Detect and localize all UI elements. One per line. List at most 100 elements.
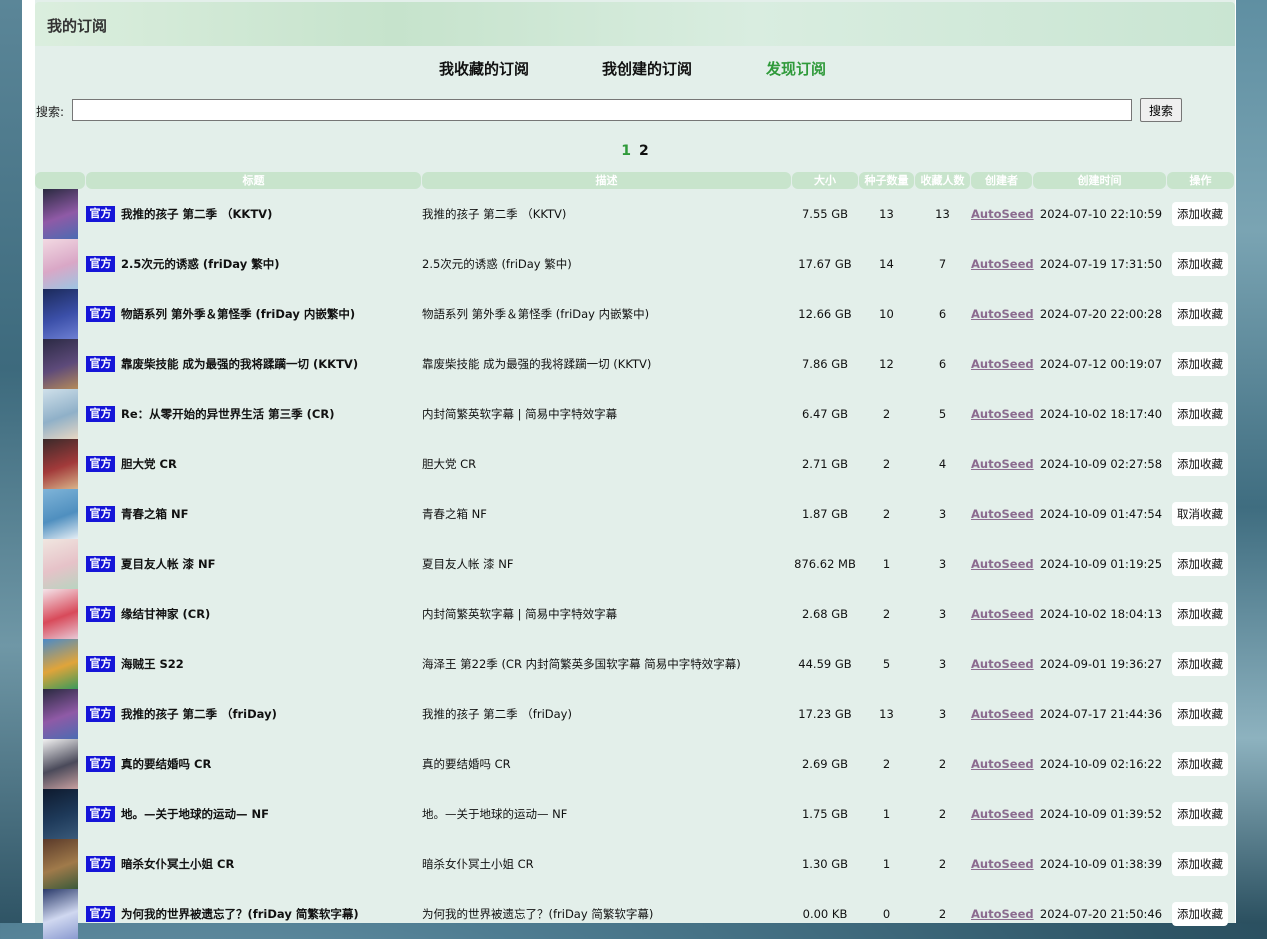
row-action-button[interactable]: 添加收藏 <box>1172 252 1228 276</box>
row-creator-link[interactable]: AutoSeed <box>971 456 1034 472</box>
row-creator-link[interactable]: AutoSeed <box>971 756 1034 772</box>
row-action-button[interactable]: 添加收藏 <box>1172 752 1228 776</box>
row-size: 1.87 GB <box>801 507 849 521</box>
row-creator-link[interactable]: AutoSeed <box>971 556 1034 572</box>
row-action-button[interactable]: 添加收藏 <box>1172 652 1228 676</box>
row-description: 海泽王 第22季 (CR 内封简繁英多国软字幕 简易中字特效字幕) <box>422 657 741 671</box>
tab-my-favorites[interactable]: 我收藏的订阅 <box>439 58 529 79</box>
background-right <box>1236 0 1267 923</box>
row-title[interactable]: 我推的孩子 第二季 （KKTV) <box>121 206 421 222</box>
row-title[interactable]: 我推的孩子 第二季 （friDay) <box>121 706 421 722</box>
row-title[interactable]: Re：从零开始的异世界生活 第三季 (CR) <box>121 406 421 422</box>
row-action-button[interactable]: 添加收藏 <box>1172 352 1228 376</box>
row-description: 靠废柴技能 成为最强的我将蹂躏一切 (KKTV) <box>422 357 652 371</box>
row-creator-link[interactable]: AutoSeed <box>971 406 1034 422</box>
row-title[interactable]: 地。—关于地球的运动— NF <box>121 806 421 822</box>
row-action-button[interactable]: 取消收藏 <box>1172 502 1228 526</box>
row-seed-count: 12 <box>879 357 894 371</box>
row-title[interactable]: 真的要结婚吗 CR <box>121 756 421 772</box>
row-seed-count: 14 <box>879 257 894 271</box>
row-creator-link[interactable]: AutoSeed <box>971 856 1034 872</box>
row-creator-link[interactable]: AutoSeed <box>971 206 1034 222</box>
row-size: 17.23 GB <box>798 707 852 721</box>
row-title[interactable]: 为何我的世界被遗忘了？(friDay 简繁软字幕) <box>121 906 421 922</box>
row-action-button[interactable]: 添加收藏 <box>1172 802 1228 826</box>
poster-image[interactable] <box>43 289 78 339</box>
poster-image[interactable] <box>43 689 78 739</box>
row-fav-count: 2 <box>938 807 947 821</box>
official-badge: 官方 <box>86 906 115 922</box>
poster-image[interactable] <box>43 839 78 889</box>
row-size: 1.30 GB <box>801 857 849 871</box>
row-action-button[interactable]: 添加收藏 <box>1172 902 1228 926</box>
row-creator-link[interactable]: AutoSeed <box>971 256 1034 272</box>
row-creator-link[interactable]: AutoSeed <box>971 906 1034 922</box>
poster-image[interactable] <box>43 239 78 289</box>
row-title[interactable]: 胆大党 CR <box>121 456 421 472</box>
row-action-button[interactable]: 添加收藏 <box>1172 452 1228 476</box>
row-description: 我推的孩子 第二季 （friDay) <box>422 707 572 721</box>
row-created-time: 2024-07-10 22:10:59 <box>1039 207 1163 221</box>
poster-image[interactable] <box>43 589 78 639</box>
row-action-button[interactable]: 添加收藏 <box>1172 202 1228 226</box>
row-creator-link[interactable]: AutoSeed <box>971 656 1034 672</box>
poster-image[interactable] <box>43 889 78 939</box>
table-row: 官方 真的要结婚吗 CR 真的要结婚吗 CR 2.69 GB 2 2 AutoSeed 202… <box>35 739 1235 789</box>
official-badge: 官方 <box>86 656 115 672</box>
poster-image[interactable] <box>43 639 78 689</box>
search-button[interactable]: 搜索 <box>1140 98 1182 122</box>
pagination: 12 <box>35 143 1235 159</box>
page-link-1[interactable]: 1 <box>621 143 631 159</box>
row-description: 我推的孩子 第二季 （KKTV) <box>422 207 567 221</box>
row-title[interactable]: 物語系列 第外季＆第怪季 (friDay 内嵌繁中) <box>121 306 421 322</box>
row-action-button[interactable]: 添加收藏 <box>1172 602 1228 626</box>
poster-image[interactable] <box>43 489 78 539</box>
row-title[interactable]: 缘结甘神家 (CR) <box>121 606 421 622</box>
poster-image[interactable] <box>43 439 78 489</box>
poster-image[interactable] <box>43 389 78 439</box>
row-action-button[interactable]: 添加收藏 <box>1172 552 1228 576</box>
page-link-2[interactable]: 2 <box>639 143 649 159</box>
official-badge: 官方 <box>86 206 115 222</box>
row-action-button[interactable]: 添加收藏 <box>1172 402 1228 426</box>
row-title[interactable]: 青春之箱 NF <box>121 506 421 522</box>
tab-discover[interactable]: 发现订阅 <box>766 58 826 79</box>
row-description: 为何我的世界被遗忘了？(friDay 简繁软字幕) <box>422 907 654 921</box>
search-bar: 搜索: 搜索 <box>35 98 1235 124</box>
row-creator-link[interactable]: AutoSeed <box>971 606 1034 622</box>
poster-image[interactable] <box>43 739 78 789</box>
row-action-button[interactable]: 添加收藏 <box>1172 702 1228 726</box>
row-creator-link[interactable]: AutoSeed <box>971 306 1034 322</box>
row-action-button[interactable]: 添加收藏 <box>1172 852 1228 876</box>
row-creator-link[interactable]: AutoSeed <box>971 706 1034 722</box>
row-creator-link[interactable]: AutoSeed <box>971 506 1034 522</box>
search-label: 搜索: <box>36 105 65 119</box>
row-title[interactable]: 2.5次元的诱惑 (friDay 繁中) <box>121 256 421 272</box>
official-badge: 官方 <box>86 506 115 522</box>
row-created-time: 2024-10-09 01:38:39 <box>1039 857 1163 871</box>
header-size: 大小 <box>792 172 858 189</box>
poster-image[interactable] <box>43 789 78 839</box>
page-title: 我的订阅 <box>47 17 108 35</box>
row-creator-link[interactable]: AutoSeed <box>971 356 1034 372</box>
row-title[interactable]: 夏目友人帐 漆 NF <box>121 556 421 572</box>
row-action-button[interactable]: 添加收藏 <box>1172 302 1228 326</box>
row-creator-link[interactable]: AutoSeed <box>971 806 1034 822</box>
poster-image[interactable] <box>43 189 78 239</box>
row-fav-count: 2 <box>938 907 947 921</box>
row-title[interactable]: 暗杀女仆冥土小姐 CR <box>121 856 421 872</box>
row-size: 44.59 GB <box>798 657 852 671</box>
row-title[interactable]: 靠废柴技能 成为最强的我将蹂躏一切 (KKTV) <box>121 356 421 372</box>
search-input[interactable] <box>72 99 1132 121</box>
row-fav-count: 5 <box>938 407 947 421</box>
row-title[interactable]: 海贼王 S22 <box>121 656 421 672</box>
poster-image[interactable] <box>43 339 78 389</box>
row-description: 内封简繁英软字幕 | 简易中字特效字幕 <box>422 607 618 621</box>
row-created-time: 2024-10-09 01:39:52 <box>1039 807 1163 821</box>
tab-my-created[interactable]: 我创建的订阅 <box>602 58 692 79</box>
row-fav-count: 3 <box>938 707 947 721</box>
poster-image[interactable] <box>43 539 78 589</box>
official-badge: 官方 <box>86 406 115 422</box>
row-fav-count: 3 <box>938 557 947 571</box>
row-size: 2.69 GB <box>801 757 849 771</box>
